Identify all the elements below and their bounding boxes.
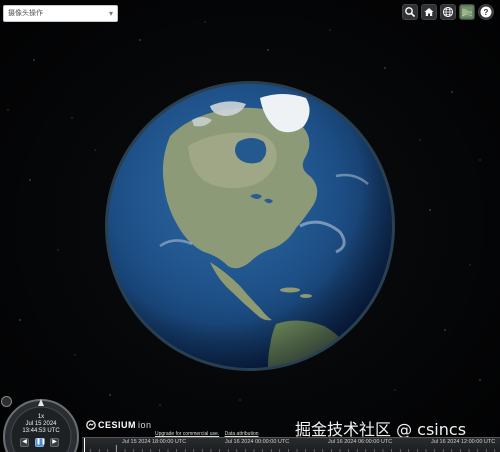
- search-button[interactable]: [402, 4, 418, 20]
- home-button[interactable]: [421, 4, 437, 20]
- scene-mode-button[interactable]: [440, 4, 456, 20]
- earth-globe[interactable]: [100, 76, 400, 376]
- help-icon: ?: [480, 6, 492, 18]
- timeline-ticks: [82, 445, 496, 452]
- play-button[interactable]: ▶: [50, 438, 59, 447]
- cesium-ion-logo[interactable]: CESIUM ion: [86, 420, 152, 430]
- animation-widget: 1x Jul 15 2024 13:44:53 UTC ◀ ❚❚ ▶: [0, 396, 82, 452]
- base-layer-picker-button[interactable]: [459, 4, 475, 20]
- search-icon: [405, 7, 416, 18]
- camera-control-placeholder: 摄像头操作: [8, 10, 43, 17]
- rewind-button[interactable]: ◀: [20, 438, 29, 447]
- help-button[interactable]: ?: [478, 4, 494, 20]
- map-layer-icon: [461, 6, 473, 18]
- cesium-logo-text: CESIUM: [98, 420, 137, 430]
- home-icon: [424, 8, 434, 16]
- animation-date: Jul 15 2024: [25, 421, 57, 427]
- timeline[interactable]: Jul 15 2024 18:00:00 UTC Jul 16 2024 00:…: [82, 437, 500, 452]
- pause-button[interactable]: ❚❚: [35, 438, 46, 447]
- cesium-ion-text: ion: [138, 420, 152, 430]
- animation-speed: 1x: [37, 414, 45, 420]
- chevron-down-icon: ▾: [108, 9, 113, 18]
- camera-control-select[interactable]: 摄像头操作 ▾: [3, 5, 118, 22]
- globe-icon: [442, 6, 454, 18]
- animation-time: 13:44:53 UTC: [22, 428, 60, 434]
- help-label: ?: [484, 8, 489, 17]
- toolbar: ?: [402, 4, 494, 20]
- cesium-logo-icon: [86, 420, 96, 430]
